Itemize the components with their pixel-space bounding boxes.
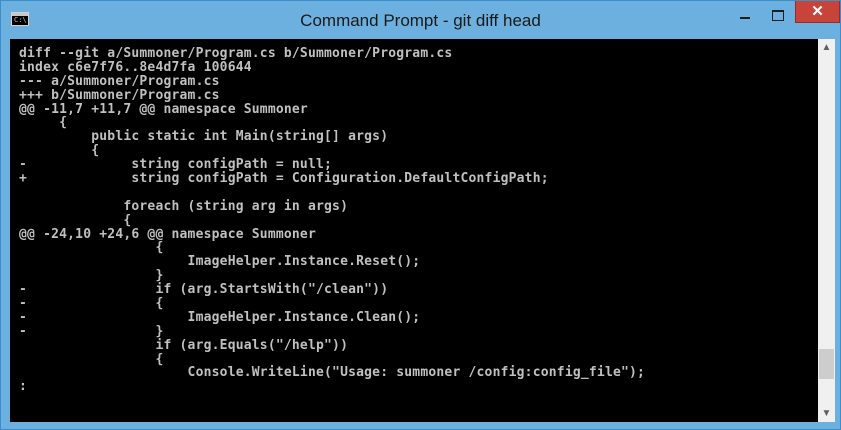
command-prompt-window: C:\ Command Prompt - git diff head ✕ dif…	[0, 0, 841, 430]
console-line: {	[19, 240, 164, 256]
close-icon: ✕	[811, 3, 824, 20]
minimize-icon	[739, 17, 750, 19]
console-line: +++ b/Summoner/Program.cs	[19, 87, 220, 103]
console-line: @@ -24,10 +24,6 @@ namespace Summoner	[19, 226, 316, 242]
console-lines: diff --git a/Summoner/Program.cs b/Summo…	[19, 47, 645, 394]
console-line: }	[19, 268, 164, 284]
console-line: {	[19, 115, 68, 131]
scrollbar-thumb[interactable]	[819, 349, 834, 379]
scroll-down-arrow-icon[interactable]: ▼	[818, 405, 835, 422]
console-line: @@ -11,7 +11,7 @@ namespace Summoner	[19, 101, 308, 117]
console-line: - }	[19, 323, 164, 339]
minimize-button[interactable]	[728, 1, 761, 29]
window-title: Command Prompt - git diff head	[300, 11, 541, 30]
maximize-icon	[771, 9, 784, 21]
console-line: --- a/Summoner/Program.cs	[19, 73, 220, 89]
console-output[interactable]: diff --git a/Summoner/Program.cs b/Summo…	[10, 39, 818, 422]
console-line: Console.WriteLine("Usage: summoner /conf…	[19, 365, 646, 381]
console-line: - {	[19, 296, 164, 312]
console-line: {	[19, 143, 100, 159]
console-line: + string configPath = Configuration.Defa…	[19, 171, 549, 187]
console-line: diff --git a/Summoner/Program.cs b/Summo…	[19, 46, 453, 61]
console-line: if (arg.Equals("/help"))	[19, 337, 349, 353]
scroll-up-arrow-icon[interactable]: ▲	[818, 39, 835, 56]
console-line: ImageHelper.Instance.Reset();	[19, 254, 421, 270]
console-line: {	[19, 351, 164, 367]
console-line: index c6e7f76..8e4d7fa 100644	[19, 59, 252, 75]
vertical-scrollbar[interactable]: ▲ ▼	[818, 39, 835, 422]
title-bar[interactable]: C:\ Command Prompt - git diff head ✕	[1, 1, 840, 39]
console-line: public static int Main(string[] args)	[19, 129, 389, 145]
console-line: - string configPath = null;	[19, 157, 333, 173]
close-button[interactable]: ✕	[795, 1, 840, 23]
console-line: :	[19, 379, 28, 395]
console-line: - ImageHelper.Instance.Clean();	[19, 309, 421, 325]
console-line: foreach (string arg in args)	[19, 198, 349, 214]
maximize-button[interactable]	[761, 1, 794, 29]
console-line: - if (arg.StartsWith("/clean"))	[19, 282, 389, 298]
console-line: {	[19, 212, 132, 228]
